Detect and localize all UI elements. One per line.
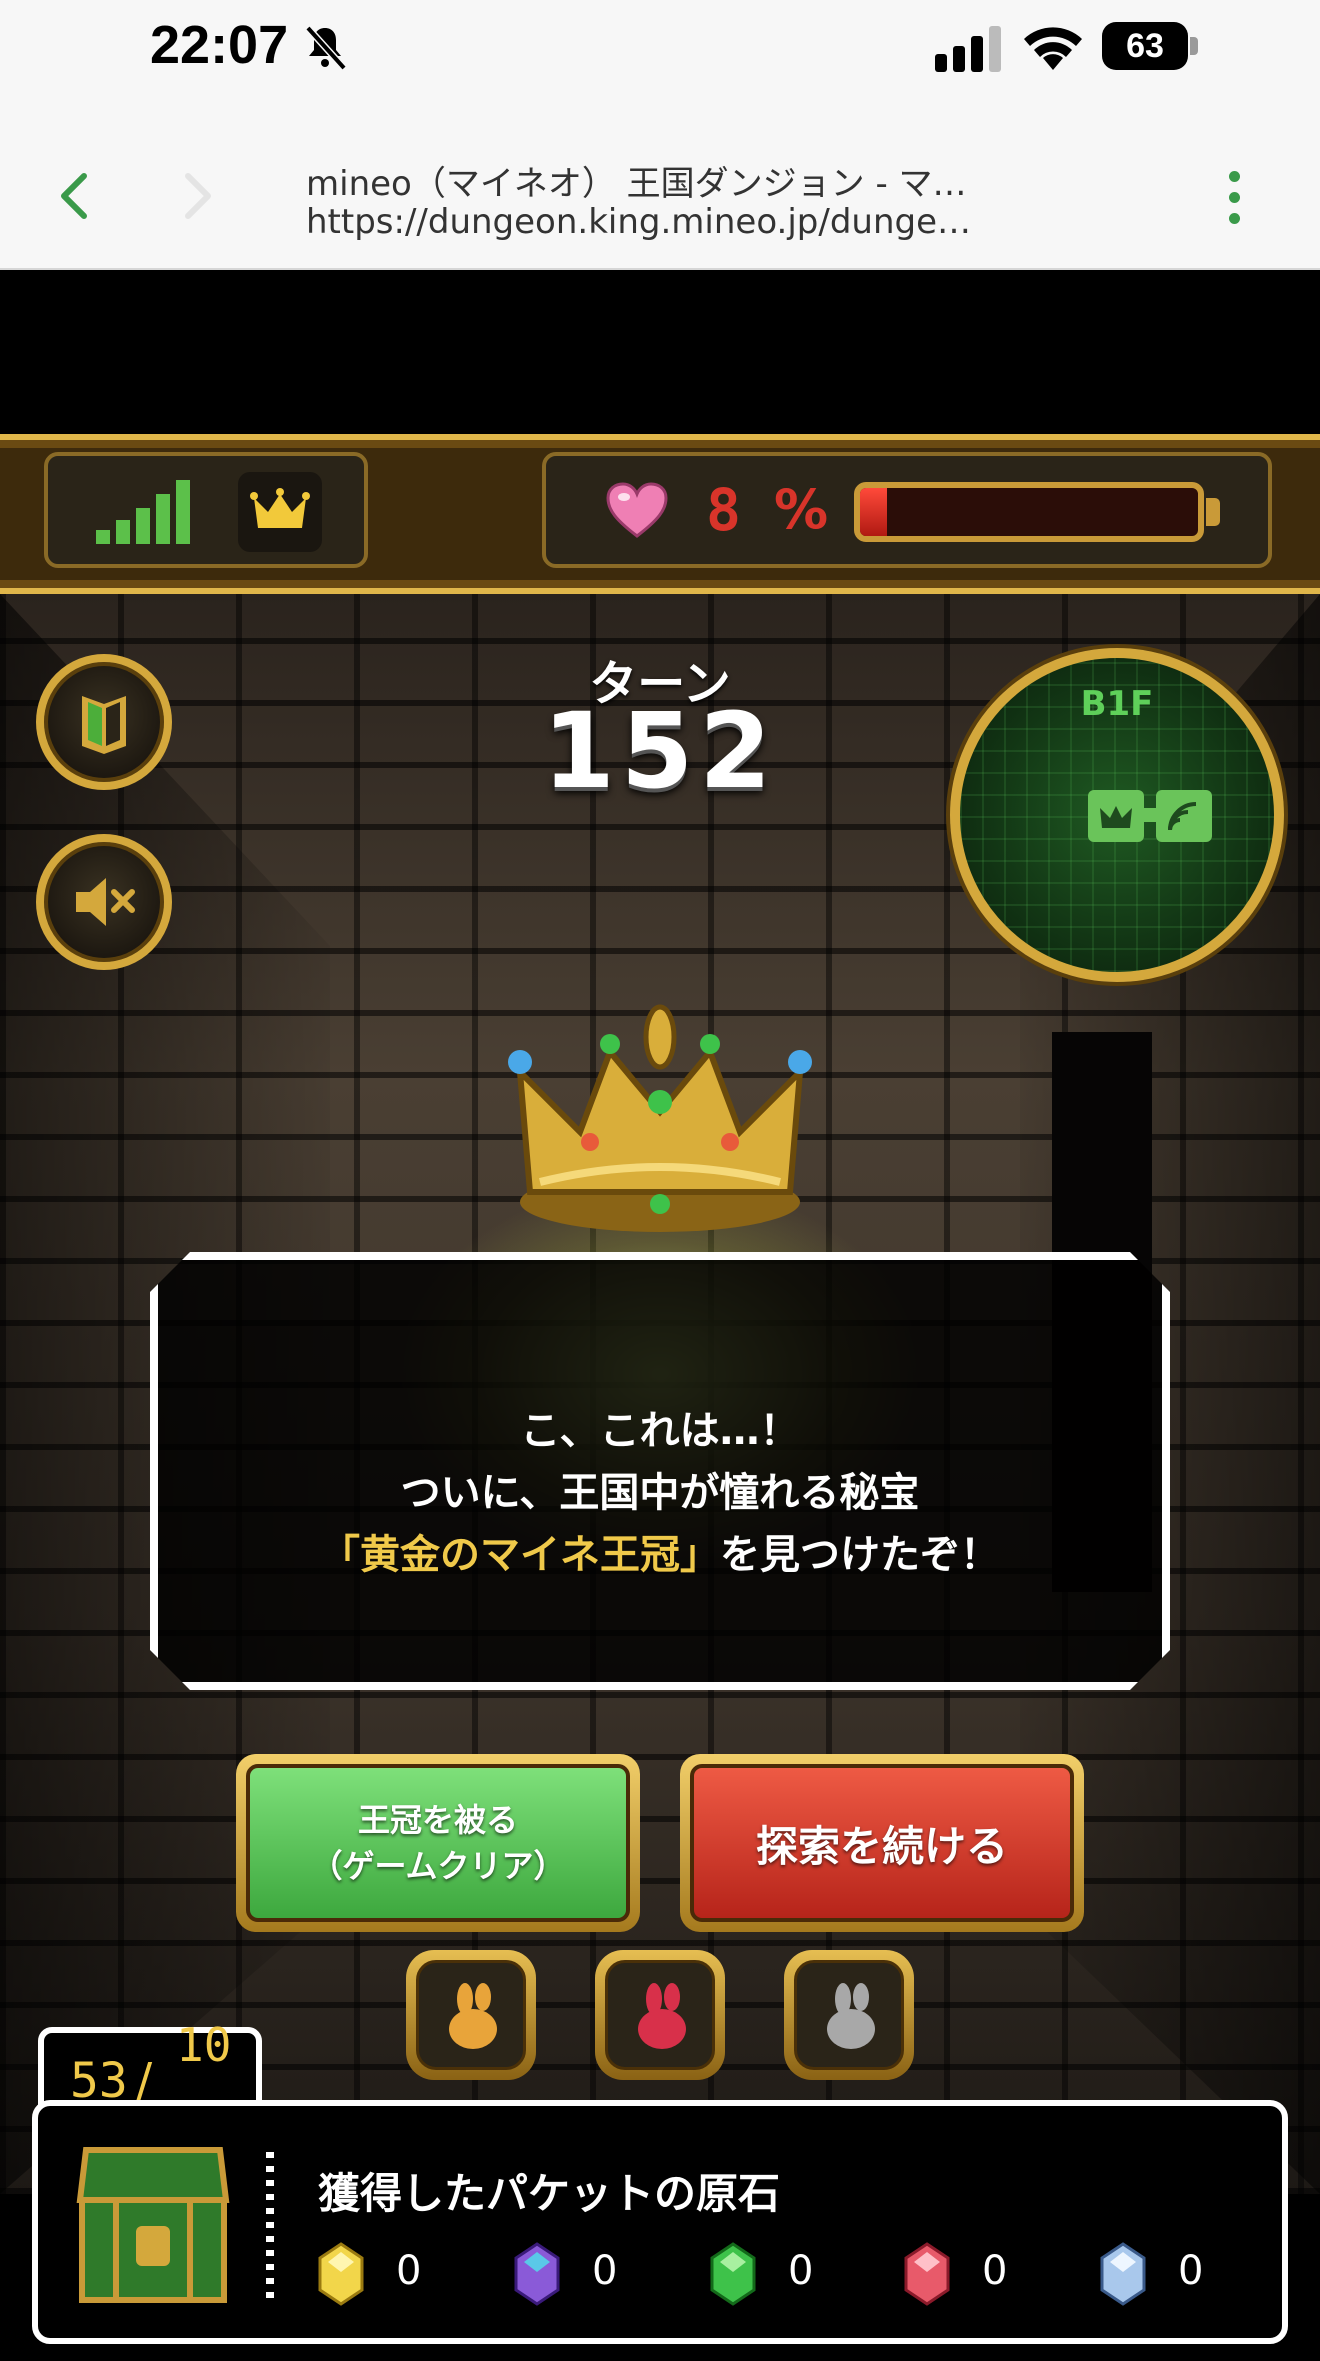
back-button[interactable]: [48, 168, 104, 224]
red-gem-icon: [904, 2242, 950, 2306]
treasure-chest-icon[interactable]: [76, 2130, 230, 2310]
blue-gem-icon: [1100, 2242, 1146, 2306]
gem-purple-count: 0: [592, 2248, 618, 2294]
dotted-divider: [266, 2152, 274, 2302]
inventory-title: 獲得したパケットの原石: [318, 2169, 781, 2218]
dialog-line-3: 「黄金のマイネ王冠」を見つけたぞ！: [158, 1524, 1162, 1586]
forward-button[interactable]: [168, 168, 224, 224]
gem-red-count: 0: [982, 2248, 1008, 2294]
turn-counter: 152: [542, 690, 778, 812]
map-room-crown: [1088, 790, 1144, 842]
bunny-item-red-icon: [638, 1983, 686, 2049]
dialog-line-3-rest: を見つけたぞ！: [720, 1532, 1000, 1578]
gem-green-count: 0: [788, 2248, 814, 2294]
item-slot-orange[interactable]: [406, 1950, 536, 2080]
page-title[interactable]: mineo（マイネオ） 王国ダンジョン - マ…: [306, 156, 1006, 205]
packet-gauge-fill: [860, 488, 888, 536]
wifi-icon: [1024, 27, 1082, 70]
dialog-treasure-name: 「黄金のマイネ王冠」: [320, 1532, 720, 1578]
top-hud: 8 %: [0, 434, 1320, 594]
battery-level: 63: [1126, 27, 1164, 65]
packet-percent-unit: %: [774, 478, 829, 541]
browser-toolbar: mineo（マイネオ） 王国ダンジョン - マ… https://dungeon…: [0, 120, 1320, 270]
crown-status-icon: [238, 472, 322, 552]
wear-crown-button[interactable]: 王冠を被る （ゲームクリア）: [236, 1754, 640, 1932]
book-icon: [82, 696, 126, 754]
status-bar: 22:07 63: [0, 0, 1320, 120]
bell-muted-icon: [305, 25, 347, 71]
continue-exploring-label: 探索を続ける: [755, 1821, 1008, 1871]
game-canvas[interactable]: 8 % ターン 152 B1F こ、これは…！ ついに、王国中が憧れる秘宝 「黄…: [0, 272, 1320, 2361]
packet-gauge-cap: [1206, 498, 1220, 526]
gem-inventory-panel: 獲得したパケットの原石 0 0 0 0 0: [32, 2100, 1288, 2344]
floor-label: B1F: [1080, 684, 1154, 724]
speaker-muted-icon: [76, 878, 135, 926]
item-slot-gray[interactable]: [784, 1950, 914, 2080]
crown-icon: [1100, 806, 1132, 828]
status-panel: [44, 452, 368, 568]
gem-yellow-count: 0: [396, 2248, 422, 2294]
packet-percent-value: 8: [706, 476, 741, 544]
dialog-line-2: ついに、王国中が憧れる秘宝: [400, 1470, 920, 1516]
dialog-line-1: こ、これは…！: [520, 1408, 800, 1454]
cellular-icon: [935, 26, 1001, 72]
battery-icon: 63: [1102, 22, 1198, 70]
more-menu-button[interactable]: [1216, 168, 1252, 228]
item-slot-red[interactable]: [595, 1950, 725, 2080]
bunny-item-gray-icon: [827, 1983, 875, 2049]
heart-icon: [606, 482, 668, 538]
green-gem-icon: [710, 2242, 756, 2306]
packet-panel: 8 %: [542, 452, 1272, 568]
page-url[interactable]: https://dungeon.king.mineo.jp/dunge…: [306, 202, 1006, 242]
wear-crown-sublabel: （ゲームクリア）: [310, 1847, 566, 1885]
gem-blue-count: 0: [1178, 2248, 1204, 2294]
purple-gem-icon: [514, 2242, 560, 2306]
guide-book-button[interactable]: [36, 654, 172, 790]
continue-exploring-button[interactable]: 探索を続ける: [680, 1754, 1084, 1932]
mute-toggle-button[interactable]: [36, 834, 172, 970]
signal-icon: [1168, 802, 1197, 831]
yellow-gem-icon: [318, 2242, 364, 2306]
wear-crown-label: 王冠を被る: [357, 1801, 518, 1839]
packet-gauge: [854, 482, 1204, 542]
golden-crown-treasure: [508, 1004, 812, 1232]
signal-strength-icon: [96, 480, 190, 544]
message-dialog: こ、これは…！ ついに、王国中が憧れる秘宝 「黄金のマイネ王冠」を見つけたぞ！: [150, 1252, 1170, 1690]
status-time: 22:07: [150, 15, 289, 75]
minimap[interactable]: B1F: [950, 648, 1284, 982]
bunny-item-orange-icon: [449, 1983, 497, 2049]
map-room-current: [1156, 790, 1212, 842]
